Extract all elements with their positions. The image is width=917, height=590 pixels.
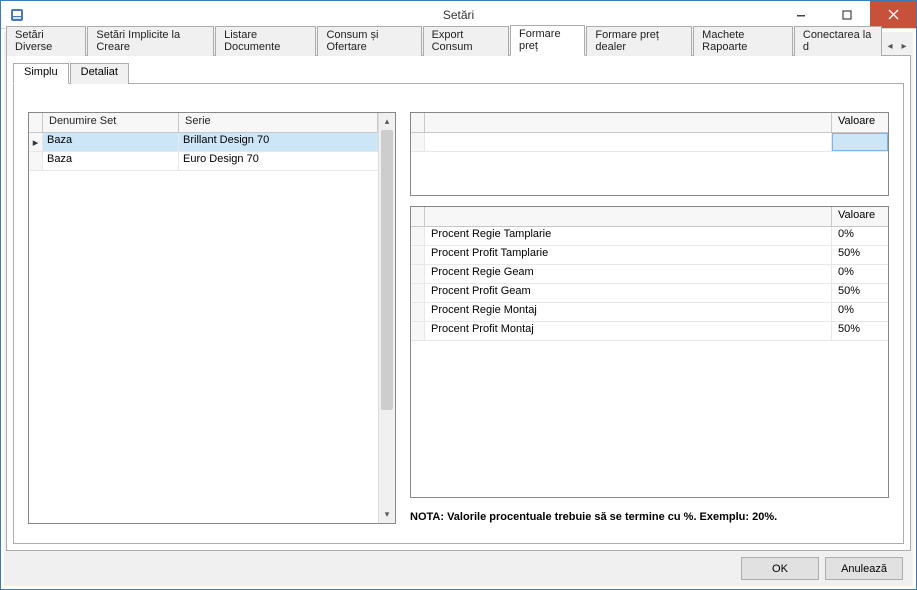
table-row[interactable]	[411, 133, 888, 152]
row-indicator-icon	[411, 227, 425, 245]
row-indicator-icon	[411, 133, 425, 151]
row-indicator-icon	[411, 322, 425, 340]
scroll-thumb[interactable]	[381, 130, 393, 410]
table-row[interactable]: Procent Profit Montaj 50%	[411, 322, 888, 341]
set-grid-rows: ▸ Baza Brillant Design 70 Baza Euro Desi…	[29, 133, 378, 523]
tab-setari-implicite[interactable]: Setări Implicite la Creare	[87, 26, 214, 56]
col-denumire-set[interactable]: Denumire Set	[43, 113, 179, 132]
cell-denumire[interactable]: Baza	[43, 133, 179, 151]
note-text: NOTA: Valorile procentuale trebuie să se…	[410, 508, 889, 524]
cancel-button[interactable]: Anulează	[825, 557, 903, 580]
row-indicator-header	[411, 207, 425, 226]
percent-value[interactable]: 50%	[832, 246, 888, 264]
set-grid-header: Denumire Set Serie	[29, 113, 378, 133]
percent-value[interactable]: 0%	[832, 265, 888, 283]
table-row[interactable]: Procent Profit Geam 50%	[411, 284, 888, 303]
top-value-grid[interactable]: Valoare	[410, 112, 889, 196]
minimize-button[interactable]	[778, 1, 824, 28]
top-grid-label-col	[425, 113, 832, 132]
table-row[interactable]: Procent Regie Montaj 0%	[411, 303, 888, 322]
cell-serie[interactable]: Brillant Design 70	[179, 133, 378, 151]
tab-setari-diverse[interactable]: Setări Diverse	[6, 26, 86, 56]
dialog-buttons: OK Anulează	[6, 551, 911, 580]
tab-scroll-right-icon[interactable]: ▸	[897, 37, 911, 55]
top-grid-value-input[interactable]	[832, 133, 888, 151]
tab-body: Simplu Detaliat Denumire Set Serie ▸	[6, 56, 911, 551]
row-indicator-icon	[411, 303, 425, 321]
app-icon	[9, 7, 25, 23]
settings-window: Setări Setări Diverse Setări Implicite l…	[0, 0, 917, 590]
top-grid-valoare-col[interactable]: Valoare	[832, 113, 888, 132]
set-grid[interactable]: Denumire Set Serie ▸ Baza Brillant Desig…	[28, 112, 396, 524]
sub-tabstrip: Simplu Detaliat	[13, 62, 904, 84]
scroll-track[interactable]	[379, 130, 395, 506]
percent-grid[interactable]: Valoare Procent Regie Tamplarie 0%	[410, 206, 889, 498]
row-indicator-icon	[411, 284, 425, 302]
percent-label[interactable]: Procent Profit Montaj	[425, 322, 832, 340]
row-indicator-header	[411, 113, 425, 132]
tab-machete-rapoarte[interactable]: Machete Rapoarte	[693, 26, 793, 56]
subtab-body: Denumire Set Serie ▸ Baza Brillant Desig…	[13, 84, 904, 544]
percent-grid-header: Valoare	[411, 207, 888, 227]
top-grid-header: Valoare	[411, 113, 888, 133]
scroll-up-icon[interactable]: ▴	[379, 113, 395, 130]
maximize-button[interactable]	[824, 1, 870, 28]
window-controls	[778, 1, 916, 28]
row-indicator-icon: ▸	[29, 133, 43, 151]
percent-value[interactable]: 0%	[832, 227, 888, 245]
row-indicator-icon	[411, 265, 425, 283]
table-row[interactable]: Baza Euro Design 70	[29, 152, 378, 171]
ok-button[interactable]: OK	[741, 557, 819, 580]
table-row[interactable]: Procent Profit Tamplarie 50%	[411, 246, 888, 265]
table-row[interactable]: Procent Regie Tamplarie 0%	[411, 227, 888, 246]
right-pane: Valoare	[410, 112, 889, 524]
tab-consum-ofertare[interactable]: Consum și Ofertare	[317, 26, 421, 56]
row-indicator-icon	[411, 246, 425, 264]
top-grid-label[interactable]	[425, 133, 832, 151]
client-area: Setări Diverse Setări Implicite la Crear…	[3, 31, 914, 587]
subtab-detaliat[interactable]: Detaliat	[70, 63, 129, 84]
percent-value[interactable]: 50%	[832, 322, 888, 340]
window-title: Setări	[443, 8, 474, 22]
percent-value[interactable]: 50%	[832, 284, 888, 302]
titlebar: Setări	[1, 1, 916, 29]
percent-grid-label-col	[425, 207, 832, 226]
close-button[interactable]	[870, 1, 916, 28]
tab-conectarea[interactable]: Conectarea la d	[794, 26, 882, 56]
main-tabstrip: Setări Diverse Setări Implicite la Crear…	[6, 34, 911, 56]
tab-nav: ◂ ▸	[883, 37, 911, 55]
percent-label[interactable]: Procent Regie Tamplarie	[425, 227, 832, 245]
subtab-simplu[interactable]: Simplu	[13, 63, 69, 84]
tab-scroll-left-icon[interactable]: ◂	[883, 37, 897, 55]
cell-serie[interactable]: Euro Design 70	[179, 152, 378, 170]
row-indicator-icon	[29, 152, 43, 170]
percent-value[interactable]: 0%	[832, 303, 888, 321]
tab-formare-pret-dealer[interactable]: Formare preț dealer	[586, 26, 692, 56]
percent-label[interactable]: Procent Profit Geam	[425, 284, 832, 302]
percent-label[interactable]: Procent Regie Montaj	[425, 303, 832, 321]
table-row[interactable]: Procent Regie Geam 0%	[411, 265, 888, 284]
percent-label[interactable]: Procent Profit Tamplarie	[425, 246, 832, 264]
row-indicator-header	[29, 113, 43, 132]
cell-denumire[interactable]: Baza	[43, 152, 179, 170]
tab-formare-pret[interactable]: Formare preț	[510, 25, 585, 56]
vertical-scrollbar[interactable]: ▴ ▾	[378, 113, 395, 523]
col-serie[interactable]: Serie	[179, 113, 378, 132]
table-row[interactable]: ▸ Baza Brillant Design 70	[29, 133, 378, 152]
percent-label[interactable]: Procent Regie Geam	[425, 265, 832, 283]
tab-listare-documente[interactable]: Listare Documente	[215, 26, 316, 56]
percent-grid-valoare-col[interactable]: Valoare	[832, 207, 888, 226]
tab-export-consum[interactable]: Export Consum	[423, 26, 509, 56]
scroll-down-icon[interactable]: ▾	[379, 506, 395, 523]
